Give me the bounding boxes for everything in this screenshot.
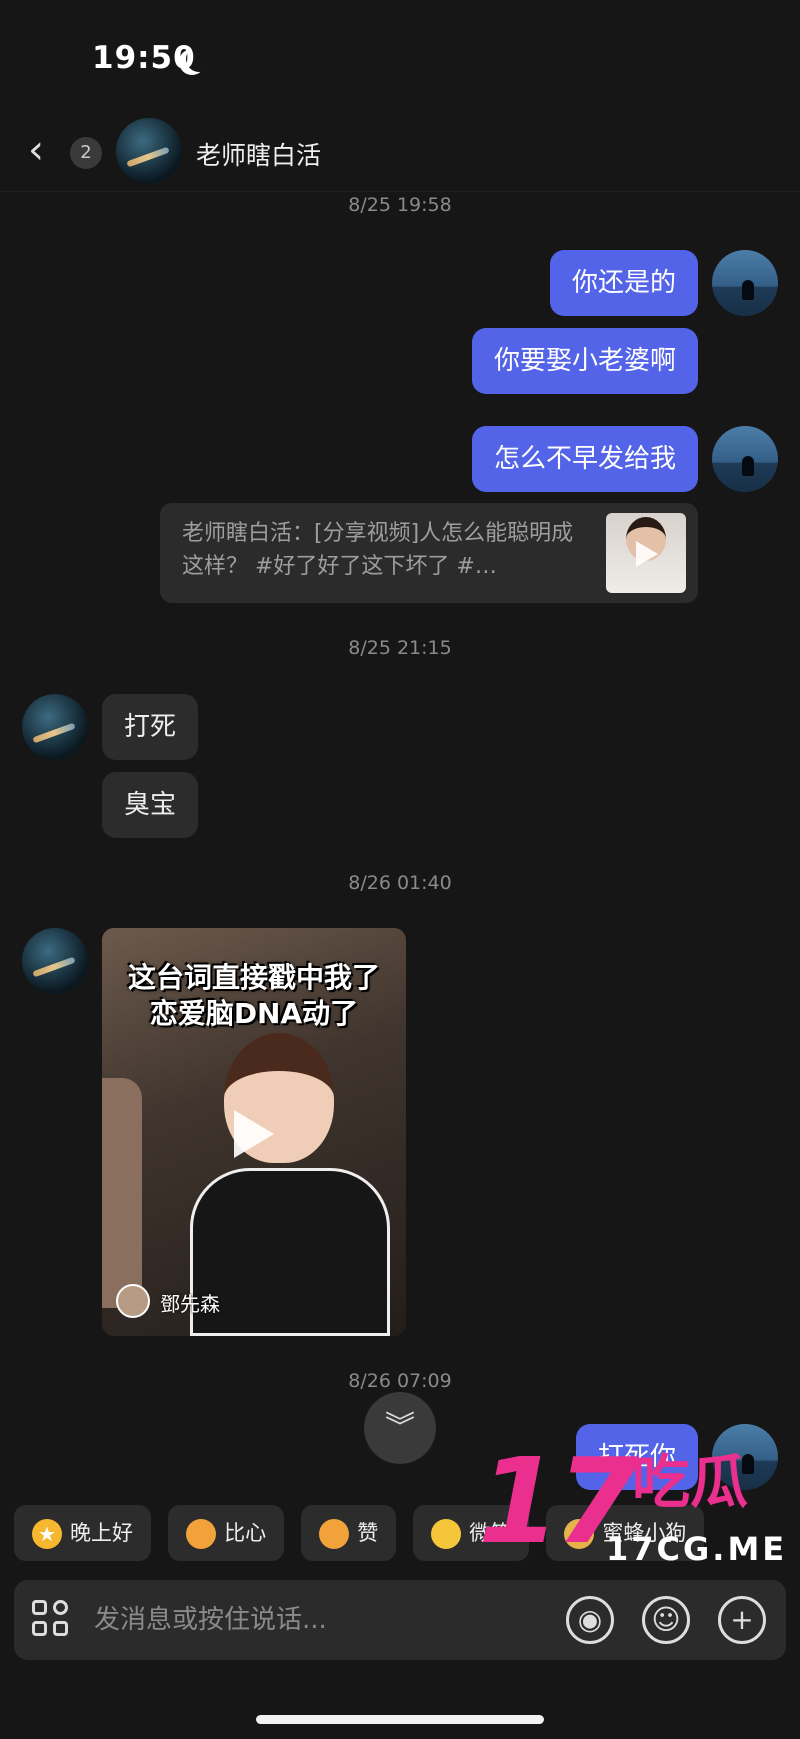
- message-bubble-in[interactable]: 打死: [102, 694, 199, 760]
- shared-video-text: 老师瞎白活：[分享视频]人怎么能聪明成这样？ #好了好了这下坏了 #…: [182, 521, 574, 579]
- status-time: 19:50: [92, 40, 196, 76]
- chevron-double-down-icon: ︾: [385, 1410, 415, 1445]
- video-author-avatar: [116, 1284, 150, 1318]
- watermark-url: 17CG.ME: [606, 1530, 788, 1568]
- back-arrow-icon[interactable]: ‹: [28, 130, 58, 170]
- my-avatar[interactable]: [712, 250, 778, 316]
- message-text: 你要娶小老婆啊: [471, 328, 698, 394]
- shared-video-card[interactable]: 老师瞎白活：[分享视频]人怎么能聪明成这样？ #好了好了这下坏了 #…: [160, 503, 698, 603]
- message-bubble-in[interactable]: 臭宝: [102, 772, 199, 838]
- quick-reply-heart[interactable]: 比心: [168, 1505, 285, 1561]
- heart-hands-emoji-icon: [186, 1519, 217, 1549]
- video-person-left: [102, 1078, 142, 1308]
- play-icon[interactable]: [234, 1110, 274, 1158]
- play-icon: [636, 541, 658, 567]
- message-text: 你还是的: [549, 250, 698, 316]
- video-caption: 这台词直接戳中我了 恋爱脑DNA动了: [102, 960, 406, 1032]
- home-indicator[interactable]: [256, 1715, 544, 1724]
- quick-reply-like[interactable]: 赞: [301, 1505, 397, 1561]
- message-text: 怎么不早发给我: [471, 426, 698, 492]
- contact-avatar[interactable]: [22, 694, 88, 760]
- timestamp: 8/26 07:09: [348, 1370, 452, 1392]
- message-input[interactable]: [94, 1580, 554, 1660]
- watermark-text: 吃瓜: [632, 1448, 749, 1516]
- video-caption-line1: 这台词直接戳中我了: [127, 961, 380, 994]
- timestamp: 8/26 01:40: [348, 872, 452, 894]
- contact-avatar[interactable]: [116, 118, 182, 184]
- quick-reply-label: 赞: [357, 1521, 379, 1545]
- video-author-name: 鄧先森: [160, 1292, 220, 1316]
- message-text: 臭宝: [102, 772, 199, 838]
- shared-video-thumbnail[interactable]: [606, 513, 686, 593]
- message-text: 打死: [102, 694, 199, 760]
- scroll-to-bottom-button[interactable]: ︾: [364, 1392, 436, 1464]
- video-woman-body: [190, 1168, 390, 1336]
- quick-reply-label: 比心: [224, 1521, 267, 1545]
- plus-icon[interactable]: +: [718, 1596, 766, 1644]
- timestamp: 8/25 19:58: [348, 194, 452, 216]
- my-avatar[interactable]: [712, 426, 778, 492]
- star-emoji-icon: ★: [32, 1519, 62, 1549]
- message-bubble-out[interactable]: 怎么不早发给我: [471, 426, 698, 492]
- quick-reply-evening[interactable]: ★ 晚上好: [14, 1505, 151, 1561]
- emoji-icon[interactable]: ☺: [642, 1596, 690, 1644]
- video-caption-line2: 恋爱脑DNA动了: [149, 997, 359, 1030]
- message-bubble-out[interactable]: 你要娶小老婆啊: [471, 328, 698, 394]
- message-composer: ◉ ☺ +: [14, 1580, 786, 1660]
- voice-icon[interactable]: ◉: [566, 1596, 614, 1644]
- contact-avatar[interactable]: [22, 928, 88, 994]
- video-message[interactable]: 这台词直接戳中我了 恋爱脑DNA动了 鄧先森: [102, 928, 406, 1336]
- contact-name[interactable]: 老师瞎白活: [196, 136, 321, 172]
- unread-badge[interactable]: 2: [70, 137, 102, 169]
- chat-header: ‹ 2 老师瞎白活: [0, 110, 800, 192]
- thumbs-up-emoji-icon: [319, 1519, 350, 1549]
- apps-grid-icon[interactable]: [32, 1600, 72, 1640]
- smile-emoji-icon: [431, 1519, 462, 1549]
- moon-icon: [186, 46, 212, 72]
- message-bubble-out[interactable]: 你还是的: [549, 250, 698, 316]
- timestamp: 8/25 21:15: [348, 637, 452, 659]
- quick-reply-label: 晚上好: [70, 1521, 133, 1545]
